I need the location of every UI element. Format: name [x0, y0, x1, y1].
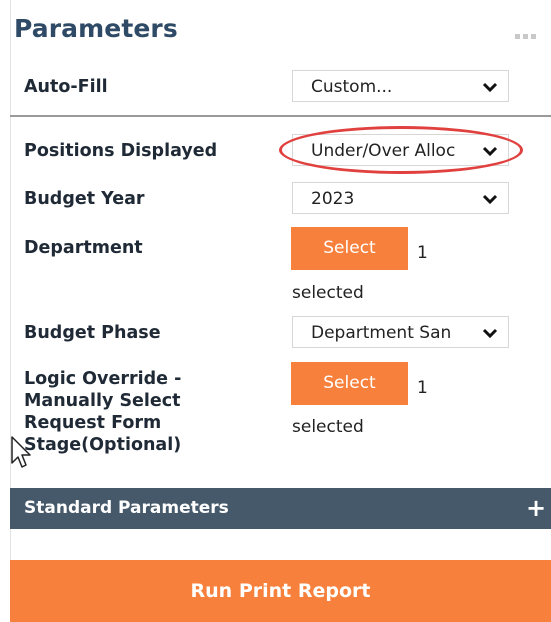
budget-year-select[interactable]: 2023 [292, 182, 509, 214]
autofill-label: Auto-Fill [24, 77, 108, 97]
logic-override-label: Logic Override - Manually Select Request… [24, 368, 181, 456]
standard-parameters-section[interactable]: Standard Parameters + [10, 488, 551, 529]
logic-override-select-button[interactable]: Select [291, 362, 408, 405]
department-count: 1 [417, 243, 428, 263]
positions-label: Positions Displayed [24, 141, 218, 161]
budget-phase-value: Department San [311, 323, 452, 343]
budget-year-label: Budget Year [24, 189, 145, 209]
logic-override-line: Manually Select [24, 391, 181, 411]
department-label: Department [24, 238, 143, 258]
plus-icon[interactable]: + [526, 494, 546, 522]
standard-parameters-label: Standard Parameters [24, 498, 229, 518]
autofill-select[interactable]: Custom... [292, 70, 509, 102]
department-selected-text: selected [292, 283, 364, 303]
budget-phase-select[interactable]: Department San [292, 316, 509, 348]
mouse-cursor-icon [11, 436, 31, 468]
logic-override-line: Stage(Optional) [24, 435, 182, 455]
budget-year-value: 2023 [311, 189, 355, 209]
logic-override-count: 1 [417, 378, 428, 398]
run-print-report-button[interactable]: Run Print Report [10, 560, 551, 622]
highlight-ellipse [279, 126, 523, 174]
logic-override-line: Request Form [24, 413, 162, 433]
more-options-icon[interactable] [515, 24, 541, 39]
chevron-down-icon [482, 328, 498, 339]
autofill-value: Custom... [311, 77, 393, 97]
divider [10, 115, 551, 117]
logic-override-line: Logic Override - [24, 369, 182, 389]
panel-title: Parameters [14, 14, 178, 43]
logic-override-selected-text: selected [292, 417, 364, 437]
chevron-down-icon [482, 194, 498, 205]
budget-phase-label: Budget Phase [24, 323, 161, 343]
department-select-button[interactable]: Select [291, 227, 408, 270]
chevron-down-icon [482, 82, 498, 93]
